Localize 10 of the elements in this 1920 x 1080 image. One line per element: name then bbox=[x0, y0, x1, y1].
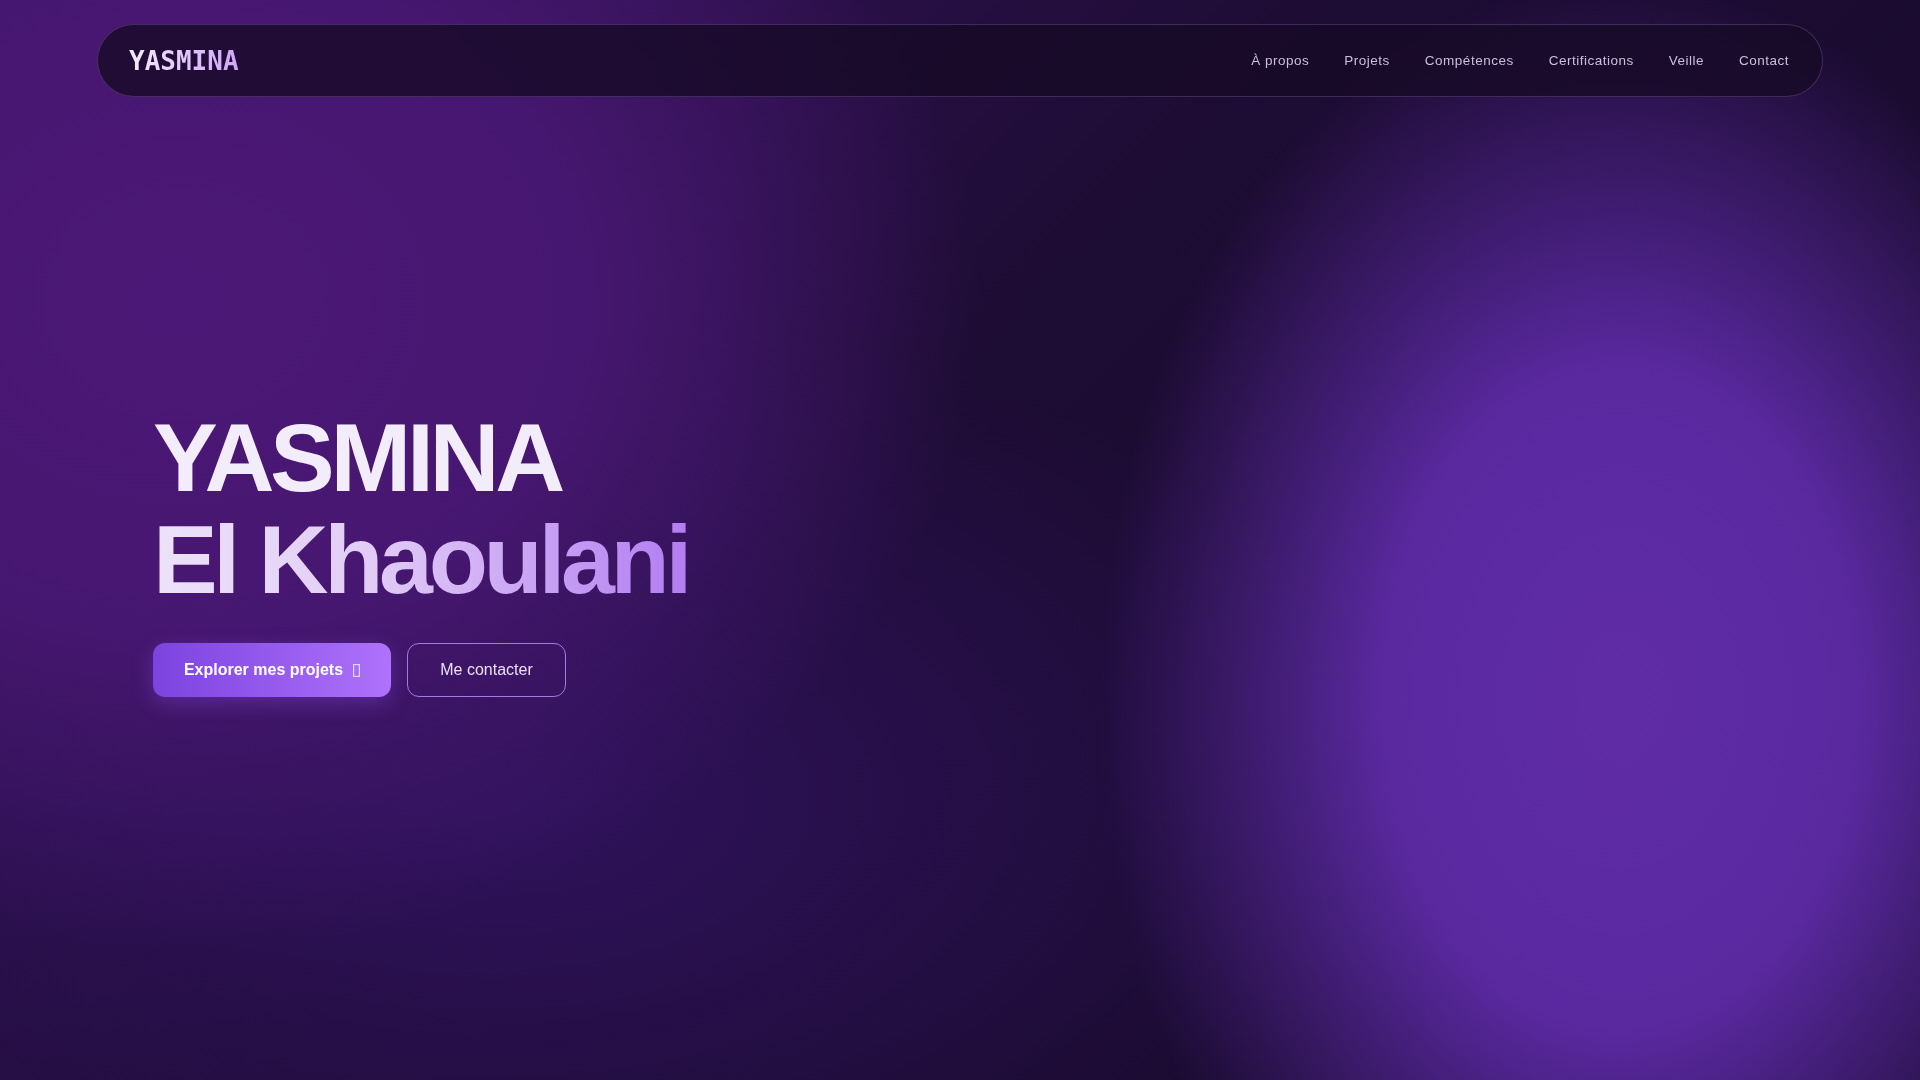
contact-button[interactable]: Me contacter bbox=[407, 643, 566, 697]
explore-projects-button[interactable]: Explorer mes projets bbox=[153, 643, 391, 697]
nav-link[interactable]: Certifications bbox=[1548, 53, 1634, 68]
nav-link[interactable]: Projets bbox=[1344, 53, 1390, 68]
nav-link[interactable]: Compétences bbox=[1424, 53, 1514, 68]
nav-link[interactable]: À propos bbox=[1251, 53, 1310, 68]
nav-link[interactable]: Contact bbox=[1738, 53, 1789, 68]
hero-first-name: YASMINA bbox=[153, 407, 561, 509]
missing-glyph-icon bbox=[353, 663, 361, 677]
nav-link[interactable]: Veille bbox=[1668, 53, 1704, 68]
